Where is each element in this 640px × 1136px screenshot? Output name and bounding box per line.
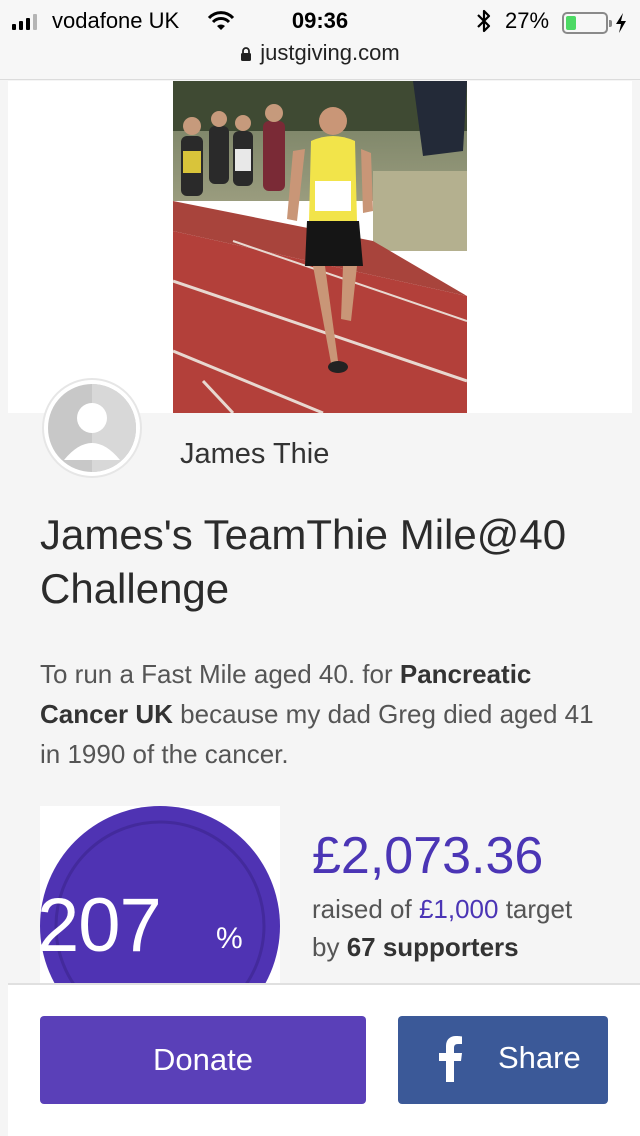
page-summary: To run a Fast Mile aged 40. for Pancreat… [40, 654, 610, 774]
battery-percentage: 27% [505, 8, 550, 33]
page-url: justgiving.com [260, 40, 400, 65]
progress-percent: 207 [37, 883, 162, 968]
supporters-line: by 67 supporters [312, 932, 519, 962]
page-title: James's TeamThie Mile@40 Challenge [40, 511, 567, 612]
donate-label: Donate [153, 1042, 253, 1077]
percent-sign: % [216, 922, 243, 955]
donate-button[interactable]: Donate [40, 1016, 366, 1104]
clock-time: 09:36 [291, 8, 349, 33]
share-label: Share [498, 1040, 581, 1075]
target-line: raised of £1,000 target [312, 894, 572, 924]
avatar-placeholder-icon [48, 384, 136, 472]
supporters-count: 67 supporters [346, 932, 519, 962]
raised-suffix: target [498, 894, 573, 924]
facebook-icon [439, 1036, 462, 1082]
cover-photo [173, 81, 467, 413]
bluetooth-icon [477, 9, 491, 33]
fundraiser-name[interactable]: James Thie [180, 438, 329, 471]
battery-icon [562, 12, 612, 34]
avatar [42, 378, 142, 478]
address-bar[interactable]: justgiving.com [0, 40, 640, 66]
target-amount: £1,000 [418, 894, 499, 924]
share-button[interactable]: Share [398, 1016, 608, 1104]
amount-raised: £2,073.36 [312, 827, 544, 885]
charging-bolt-icon [616, 13, 626, 33]
by-prefix: by [312, 932, 347, 962]
lock-icon [241, 47, 252, 61]
ios-status-bar: vodafone UK 09:36 27% justgiving.com [0, 0, 640, 80]
raised-prefix: raised of [312, 894, 419, 924]
summary-text: To run a Fast Mile aged 40. for [40, 659, 400, 689]
